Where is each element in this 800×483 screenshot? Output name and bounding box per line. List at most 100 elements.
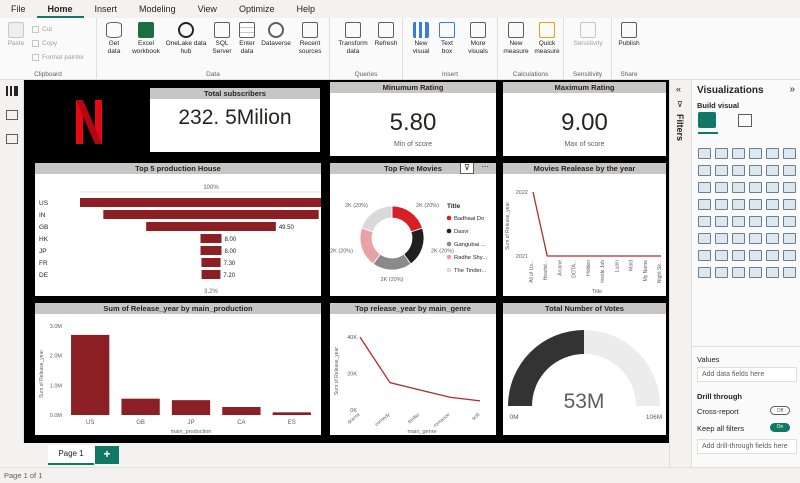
values-well[interactable]: Add data fields here — [697, 367, 797, 382]
enter-data-button[interactable]: Enter data — [236, 22, 258, 56]
visual-type-icon[interactable] — [749, 250, 762, 261]
visual-type-icon[interactable] — [715, 182, 728, 193]
visual-type-icon[interactable] — [698, 267, 711, 278]
visual-type-icon[interactable] — [732, 182, 745, 193]
filters-pane-collapsed[interactable]: « ⊽ Filters — [669, 80, 691, 467]
visual-type-icon[interactable] — [749, 148, 762, 159]
format-painter-button[interactable]: Format painter — [32, 54, 84, 61]
visual-type-icon[interactable] — [715, 165, 728, 176]
visual-type-icon[interactable] — [783, 148, 796, 159]
expand-pane-icon[interactable]: » — [789, 84, 795, 95]
get-data-button[interactable]: Get data — [103, 22, 125, 56]
visual-type-icon[interactable] — [732, 267, 745, 278]
visual-type-icon[interactable] — [749, 267, 762, 278]
visual-type-icon[interactable] — [698, 165, 711, 176]
top-movies-card[interactable]: Top Five Movies ⊽ ⋯ 2K (20%) 2K (20%) 2K (… — [330, 163, 496, 296]
add-page-button[interactable]: + — [95, 446, 119, 464]
cut-button[interactable]: Cut — [32, 26, 52, 33]
visual-type-icon[interactable] — [715, 250, 728, 261]
filter-icon[interactable]: ⊽ — [460, 163, 474, 174]
cross-report-toggle[interactable]: Off — [770, 406, 790, 415]
visual-type-icon[interactable] — [766, 216, 779, 227]
visual-type-icon[interactable] — [783, 267, 796, 278]
format-visual-tab-icon[interactable] — [738, 114, 752, 127]
visual-type-icon[interactable] — [749, 233, 762, 244]
visual-type-icon[interactable] — [766, 148, 779, 159]
collapse-filters-icon[interactable]: « — [676, 84, 681, 94]
paste-button[interactable]: Paste — [5, 22, 27, 48]
model-view-icon[interactable] — [6, 134, 18, 144]
visual-type-icon[interactable] — [749, 216, 762, 227]
copy-button[interactable]: Copy — [32, 40, 57, 47]
visual-type-icon[interactable] — [715, 233, 728, 244]
subscribers-card[interactable]: Total subscribers 232. 5Milion — [150, 88, 320, 152]
visual-type-icon[interactable] — [715, 267, 728, 278]
visual-type-icon[interactable] — [698, 233, 711, 244]
menu-modeling[interactable]: Modeling — [128, 0, 187, 18]
visual-type-icon[interactable] — [766, 182, 779, 193]
release-year-card[interactable]: Movies Realease by the year Sum of Relea… — [503, 163, 666, 296]
min-rating-card[interactable]: Minumum Rating 5.80 Min of score — [330, 82, 496, 156]
visual-type-icon[interactable] — [732, 233, 745, 244]
build-visual-tab-icon[interactable] — [698, 112, 716, 128]
visual-type-icon[interactable] — [766, 267, 779, 278]
votes-card[interactable]: Total Number of Votes 53M 0M 106M — [503, 303, 666, 435]
menu-optimize[interactable]: Optimize — [228, 0, 286, 18]
menu-view[interactable]: View — [187, 0, 228, 18]
report-view-icon[interactable] — [6, 86, 18, 96]
production-release-card[interactable]: Sum of Release_year by main_production S… — [35, 303, 321, 435]
visual-type-icon[interactable] — [698, 250, 711, 261]
visual-type-icon[interactable] — [732, 199, 745, 210]
visual-type-icon[interactable] — [749, 199, 762, 210]
visual-type-icon[interactable] — [766, 199, 779, 210]
visual-type-icon[interactable] — [732, 165, 745, 176]
visual-type-icon[interactable] — [766, 250, 779, 261]
menu-insert[interactable]: Insert — [84, 0, 129, 18]
genre-release-card[interactable]: Top release_year by main_genre Sum of Re… — [330, 303, 496, 435]
visual-type-icon[interactable] — [749, 182, 762, 193]
text-box-button[interactable]: Text box — [436, 22, 458, 56]
menu-home[interactable]: Home — [36, 0, 84, 18]
visual-type-icon[interactable] — [698, 199, 711, 210]
visual-type-icon[interactable] — [698, 182, 711, 193]
visual-type-icon[interactable] — [715, 199, 728, 210]
excel-workbook-button[interactable]: Excel workbook — [130, 22, 162, 56]
more-options-icon[interactable]: ⋯ — [478, 163, 492, 174]
refresh-button[interactable]: Refresh — [372, 22, 400, 48]
menu-file[interactable]: File — [0, 0, 37, 18]
dataverse-button[interactable]: Dataverse — [259, 22, 293, 48]
visual-type-icon[interactable] — [766, 233, 779, 244]
visual-type-icon[interactable] — [783, 199, 796, 210]
visual-type-icon[interactable] — [715, 216, 728, 227]
quick-measure-button[interactable]: Quick measure — [532, 22, 562, 56]
visual-type-icon[interactable] — [783, 165, 796, 176]
visual-type-icon[interactable] — [715, 148, 728, 159]
menu-help[interactable]: Help — [285, 0, 326, 18]
drill-through-well[interactable]: Add drill-through fields here — [697, 439, 797, 454]
new-visual-button[interactable]: New visual — [408, 22, 434, 56]
new-measure-button[interactable]: New measure — [502, 22, 530, 56]
transform-data-button[interactable]: Transform data — [336, 22, 370, 56]
max-rating-card[interactable]: Maximum Rating 9.00 Max of score — [503, 82, 666, 156]
more-visuals-button[interactable]: More visuals — [461, 22, 495, 56]
visual-type-icon[interactable] — [732, 216, 745, 227]
visual-type-icon[interactable] — [783, 250, 796, 261]
visual-type-icon[interactable] — [698, 148, 711, 159]
sql-server-button[interactable]: SQL Server — [210, 22, 234, 56]
keep-filters-toggle[interactable]: On — [770, 423, 790, 432]
visual-type-icon[interactable] — [783, 216, 796, 227]
publish-button[interactable]: Publish — [615, 22, 643, 48]
visual-type-icon[interactable] — [749, 165, 762, 176]
visual-type-icon[interactable] — [783, 182, 796, 193]
visual-type-icon[interactable] — [783, 233, 796, 244]
table-view-icon[interactable] — [6, 110, 18, 120]
visual-type-icon[interactable] — [732, 148, 745, 159]
onelake-hub-button[interactable]: OneLake data hub — [163, 22, 209, 56]
page-tab-1[interactable]: Page 1 — [48, 445, 94, 465]
visual-type-icon[interactable] — [766, 165, 779, 176]
visual-type-icon[interactable] — [698, 216, 711, 227]
recent-sources-button[interactable]: Recent sources — [294, 22, 326, 56]
sensitivity-button[interactable]: Sensitivity — [568, 22, 608, 48]
visual-type-icon[interactable] — [732, 250, 745, 261]
production-house-card[interactable]: Top 5 production House 100%USIN82.20GB49… — [35, 163, 321, 296]
